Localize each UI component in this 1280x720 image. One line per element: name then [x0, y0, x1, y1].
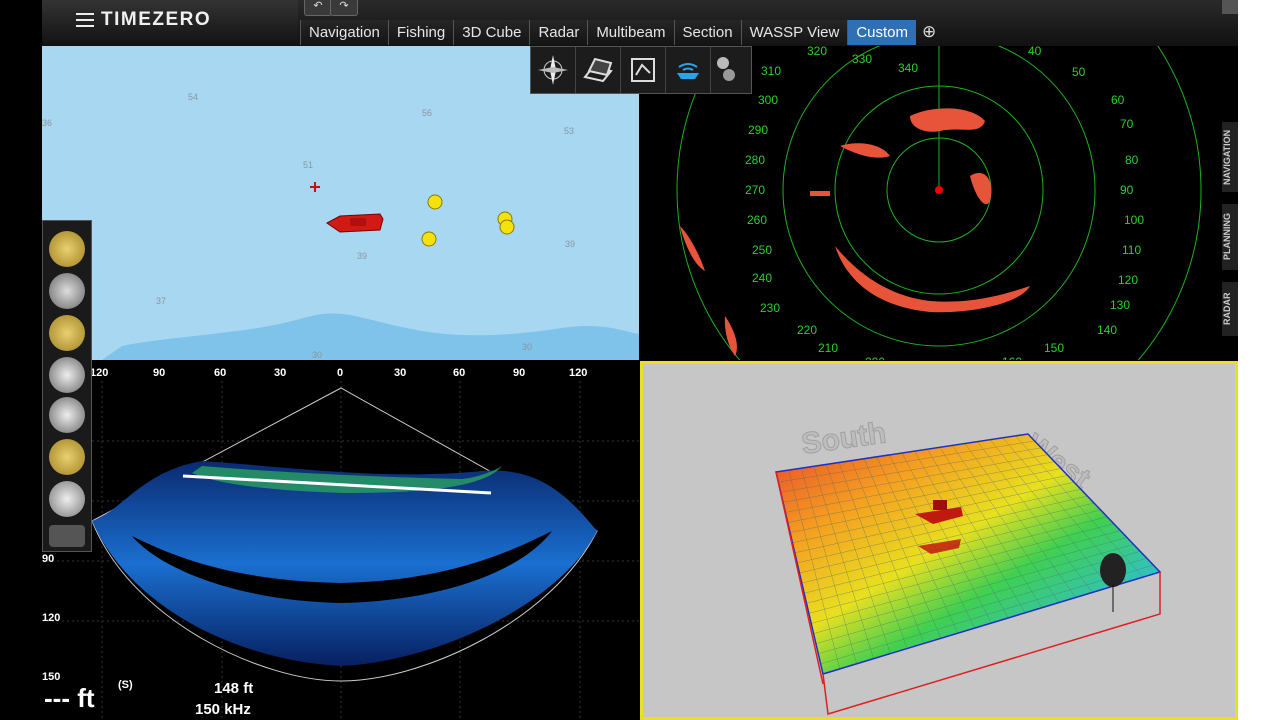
- radar-bearing-label: 340: [898, 61, 918, 75]
- radar-bearing-label: 80: [1125, 153, 1139, 167]
- redo-button[interactable]: ↷: [330, 0, 358, 16]
- boat-mode-icon[interactable]: [49, 231, 85, 267]
- tab-3d-cube[interactable]: 3D Cube: [453, 20, 530, 45]
- radar-bearing-label: 260: [747, 213, 767, 227]
- sonar-scale-label: 60: [453, 367, 466, 379]
- mark-tool-icon[interactable]: [49, 315, 85, 351]
- tab-wassp-view[interactable]: WASSP View: [740, 20, 848, 45]
- compass-rose-icon[interactable]: [531, 47, 576, 93]
- radar-bearing-label: 90: [1120, 183, 1134, 197]
- sonar-depth-label: 150: [42, 671, 61, 683]
- waypoint-marker: [499, 219, 515, 235]
- radar-bearing-label: 100: [1124, 213, 1144, 227]
- settings-gears-icon[interactable]: [711, 47, 739, 93]
- radar-bearing-label: 200: [865, 355, 885, 360]
- sonar-scale-label: 0: [337, 367, 344, 379]
- radar-bearing-label: 160: [1002, 355, 1022, 360]
- sonar-scale-label: 90: [513, 367, 526, 379]
- radar-bearing-label: 140: [1097, 323, 1117, 337]
- radar-bearing-label: 270: [745, 183, 765, 197]
- radar-bearing-label: 60: [1111, 93, 1125, 107]
- 3d-bathymetry-view: South West: [775, 416, 1162, 715]
- sidebar-tab-planning[interactable]: PLANNING: [1222, 204, 1238, 270]
- pan-arrows-icon[interactable]: [49, 439, 85, 475]
- sonar-scale-label: 120: [569, 367, 588, 379]
- menu-icon[interactable]: [76, 13, 94, 28]
- radar-bearing-label: 330: [852, 52, 872, 66]
- route-tool-icon[interactable]: [49, 273, 85, 309]
- radar-bearing-label: 220: [797, 323, 817, 337]
- radar-bearing-label: 70: [1120, 117, 1134, 131]
- app-logo: TIMEZERO: [101, 9, 212, 30]
- chart-frame-icon[interactable]: [621, 47, 666, 93]
- sonar-scale-label: 30: [274, 367, 287, 379]
- cursor-cross-icon: [310, 182, 320, 192]
- sonar-depth-label: 120: [42, 612, 61, 624]
- radar-bearing-label: 130: [1110, 298, 1130, 312]
- radar-bearing-label: 310: [761, 64, 781, 78]
- radar-bearing-label: 230: [760, 301, 780, 315]
- radar-bearing-label: 280: [745, 153, 765, 167]
- right-margin: [1238, 0, 1280, 720]
- waypoint-marker: [427, 194, 443, 210]
- tool-settings-icon[interactable]: [49, 525, 85, 547]
- chart-toolbar: [530, 46, 752, 94]
- undo-button[interactable]: ↶: [304, 0, 332, 16]
- radar-bearing-label: 290: [748, 123, 768, 137]
- tab-radar[interactable]: Radar: [529, 20, 588, 45]
- radar-bearing-label: 120: [1118, 273, 1138, 287]
- tab-custom[interactable]: Custom: [847, 20, 917, 45]
- sonar-scale-label: 120: [90, 367, 109, 379]
- 3d-cube-panel[interactable]: South West: [640, 361, 1238, 720]
- radar-bearing-label: 210: [818, 341, 838, 355]
- sidebar-tab-navigation[interactable]: NAVIGATION: [1222, 122, 1238, 192]
- workspace-tabs: Navigation Fishing 3D Cube Radar Multibe…: [300, 20, 936, 45]
- hand-pan-icon[interactable]: [49, 481, 85, 517]
- zoom-in-icon[interactable]: [49, 357, 85, 393]
- radar-bearing-label: 50: [1072, 65, 1086, 79]
- radar-bearing-label: 150: [1044, 341, 1064, 355]
- tab-fishing[interactable]: Fishing: [387, 20, 454, 45]
- sonar-panel[interactable]: 120 90 60 30 0 30 60 90 120 90 120 150 -…: [42, 361, 639, 720]
- radar-bearing-label: 40: [1028, 46, 1042, 58]
- tab-multibeam[interactable]: Multibeam: [587, 20, 674, 45]
- layers-icon[interactable]: [576, 47, 621, 93]
- frequency-readout: 150 kHz: [195, 701, 251, 718]
- zoom-out-icon[interactable]: [49, 397, 85, 433]
- waypoint-marker: [421, 231, 437, 247]
- own-boat-icon: [326, 213, 384, 233]
- add-tab-icon[interactable]: ⊕: [916, 20, 936, 45]
- sonar-depth-label: 90: [42, 553, 55, 565]
- depth-readout: --- ft: [44, 683, 95, 713]
- radar-bearing-label: 240: [752, 271, 772, 285]
- tab-navigation[interactable]: Navigation: [300, 20, 388, 45]
- radar-bearing-label: 320: [807, 46, 827, 58]
- sonar-display: [42, 381, 639, 720]
- sonar-scale-label: 30: [394, 367, 407, 379]
- tab-section[interactable]: Section: [673, 20, 741, 45]
- compass-south-label: South: [799, 416, 888, 461]
- left-toolbar: [42, 220, 92, 552]
- depth-source: (S): [118, 679, 133, 691]
- radar-bearing-label: 300: [758, 93, 778, 107]
- sidebar-tab-radar[interactable]: RADAR: [1222, 282, 1238, 336]
- range-readout: 148 ft: [214, 680, 254, 697]
- radar-bearing-label: 110: [1122, 243, 1141, 257]
- radar-bearing-label: 250: [752, 243, 772, 257]
- window-control[interactable]: [1222, 0, 1238, 14]
- sonar-scale-label: 60: [214, 367, 227, 379]
- sonar-boat-icon[interactable]: [666, 47, 711, 93]
- sonar-scale-label: 90: [153, 367, 166, 379]
